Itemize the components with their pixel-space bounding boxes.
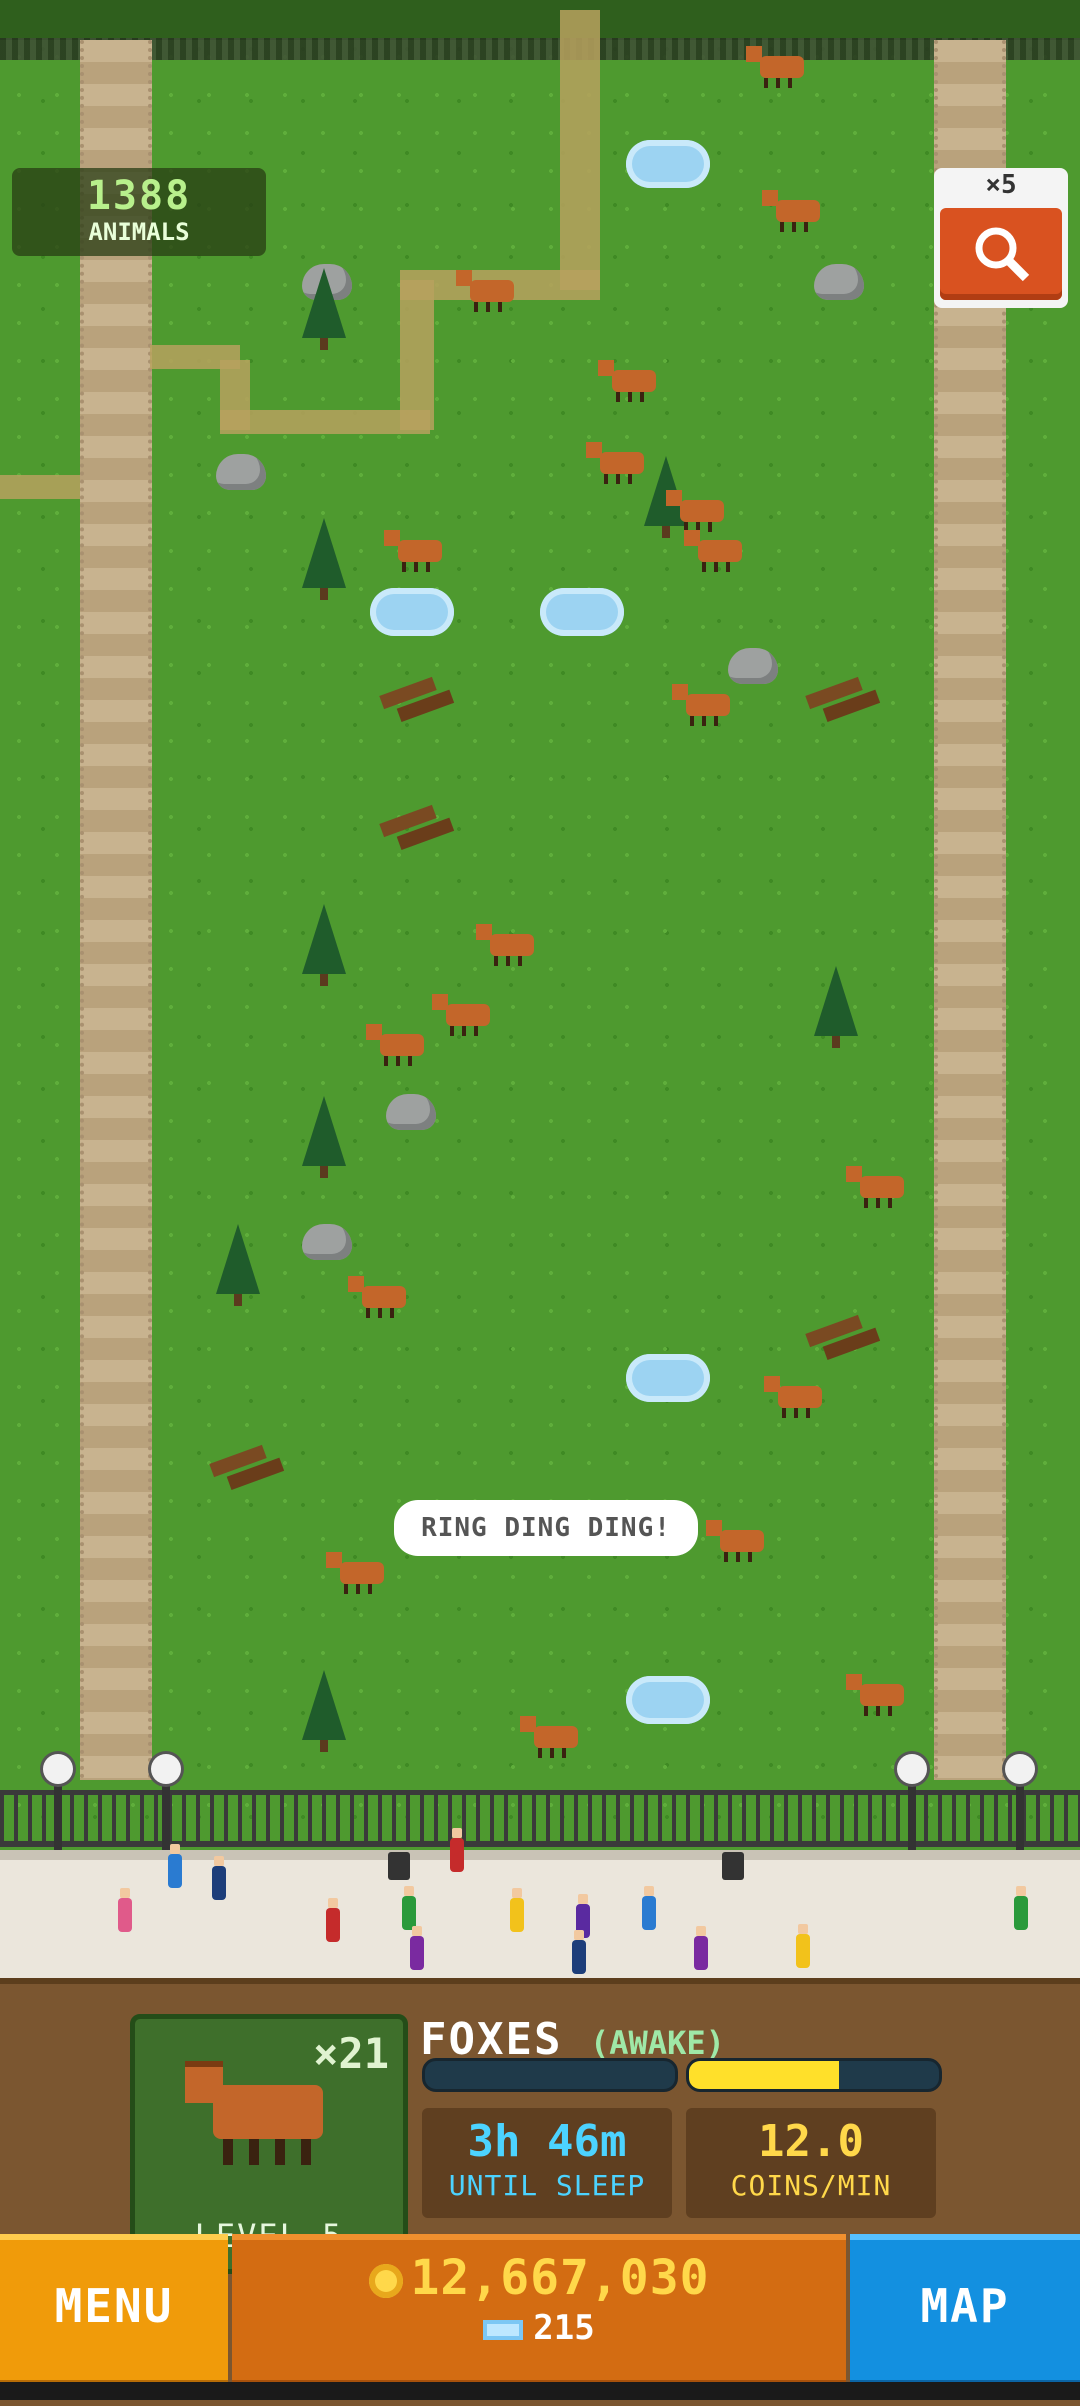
- gem-icon: [483, 2319, 524, 2340]
- fox[interactable]: [666, 490, 724, 532]
- sleep-timer-value: 3h 46m: [467, 2116, 627, 2167]
- top-grass-band: [0, 0, 1080, 40]
- rock: [386, 1094, 436, 1130]
- pine-tree: [216, 1224, 260, 1306]
- pine-tree: [302, 904, 346, 986]
- fox[interactable]: [520, 1716, 578, 1758]
- visitor: [326, 1898, 340, 1942]
- fox[interactable]: [706, 1520, 764, 1562]
- magnifier-icon: [975, 227, 1030, 282]
- pond: [370, 588, 454, 636]
- visitor: [450, 1828, 464, 1872]
- log-pile: [805, 676, 863, 710]
- animal-count: 1388: [86, 173, 192, 219]
- sleep-timer-label: UNTIL SLEEP: [448, 2169, 646, 2202]
- visitor: [510, 1888, 524, 1932]
- animal-counter: 1388 ANIMALS: [12, 168, 266, 256]
- trash-bin: [722, 1852, 744, 1880]
- log-pile: [379, 804, 437, 838]
- pine-tree: [302, 518, 346, 600]
- pine-tree: [814, 966, 858, 1048]
- trash-bin: [388, 1852, 410, 1880]
- fox[interactable]: [476, 924, 534, 966]
- pine-tree: [302, 268, 346, 350]
- log-pile: [209, 1444, 267, 1478]
- fox[interactable]: [762, 190, 820, 232]
- sidewalk: [0, 1850, 1080, 1978]
- pond: [626, 1676, 710, 1724]
- coin-balance: 12,667,030: [410, 2250, 710, 2306]
- fox[interactable]: [586, 442, 644, 484]
- fox[interactable]: [456, 270, 514, 312]
- log-pile: [379, 676, 437, 710]
- fox[interactable]: [432, 994, 490, 1036]
- coin-icon: [368, 2264, 403, 2298]
- dirt-path: [220, 410, 430, 434]
- fox[interactable]: [598, 360, 656, 402]
- search-button[interactable]: [940, 208, 1062, 300]
- fox[interactable]: [764, 1376, 822, 1418]
- rock: [728, 648, 778, 684]
- visitor: [694, 1926, 708, 1970]
- pine-tree: [302, 1670, 346, 1752]
- fox[interactable]: [672, 684, 730, 726]
- currency-display: 12,667,030 215: [232, 2234, 846, 2388]
- pine-tree: [302, 1096, 346, 1178]
- coin-progress-bar: [686, 2058, 942, 2092]
- fox[interactable]: [384, 530, 442, 572]
- rock: [216, 454, 266, 490]
- dirt-path: [400, 280, 434, 430]
- visitor: [410, 1926, 424, 1970]
- fox[interactable]: [684, 530, 742, 572]
- gem-balance: 215: [533, 2308, 595, 2348]
- fox[interactable]: [846, 1674, 904, 1716]
- coin-progress-fill: [689, 2061, 839, 2089]
- pond: [626, 140, 710, 188]
- search-multiplier: ×5: [985, 170, 1017, 200]
- pond: [540, 588, 624, 636]
- visitor: [212, 1856, 226, 1900]
- species-status: (AWAKE): [590, 2024, 725, 2062]
- search-widget: ×5: [934, 168, 1068, 308]
- sleep-progress-bar: [422, 2058, 678, 2092]
- fox-portrait-icon: [185, 2061, 323, 2165]
- fox[interactable]: [326, 1552, 384, 1594]
- menu-button[interactable]: MENU: [0, 2234, 228, 2388]
- top-fence: [0, 38, 1080, 60]
- visitor: [118, 1888, 132, 1932]
- game-scene[interactable]: RING DING DING!: [0, 0, 1080, 1978]
- sleep-timer: 3h 46m UNTIL SLEEP: [422, 2108, 672, 2218]
- rock: [814, 264, 864, 300]
- visitor: [572, 1930, 586, 1974]
- fox[interactable]: [366, 1024, 424, 1066]
- visitor: [796, 1924, 810, 1968]
- system-bar: [0, 2382, 1080, 2400]
- dirt-path: [0, 475, 80, 499]
- coin-rate-value: 12.0: [758, 2116, 864, 2167]
- visitor: [1014, 1886, 1028, 1930]
- fox[interactable]: [746, 46, 804, 88]
- coin-rate-label: COINS/MIN: [730, 2169, 892, 2202]
- map-button[interactable]: MAP: [850, 2234, 1080, 2388]
- left-stone-path: [80, 40, 152, 1780]
- fox[interactable]: [348, 1276, 406, 1318]
- animal-count-label: ANIMALS: [88, 218, 190, 246]
- rock: [302, 1224, 352, 1260]
- visitor: [402, 1886, 416, 1930]
- visitor: [642, 1886, 656, 1930]
- visitor: [168, 1844, 182, 1888]
- pond: [626, 1354, 710, 1402]
- log-pile: [805, 1314, 863, 1348]
- animal-card-count: ×21: [313, 2029, 389, 2078]
- coin-rate: 12.0 COINS/MIN: [686, 2108, 936, 2218]
- fox[interactable]: [846, 1166, 904, 1208]
- dirt-path: [560, 10, 600, 290]
- speech-bubble: RING DING DING!: [394, 1500, 698, 1556]
